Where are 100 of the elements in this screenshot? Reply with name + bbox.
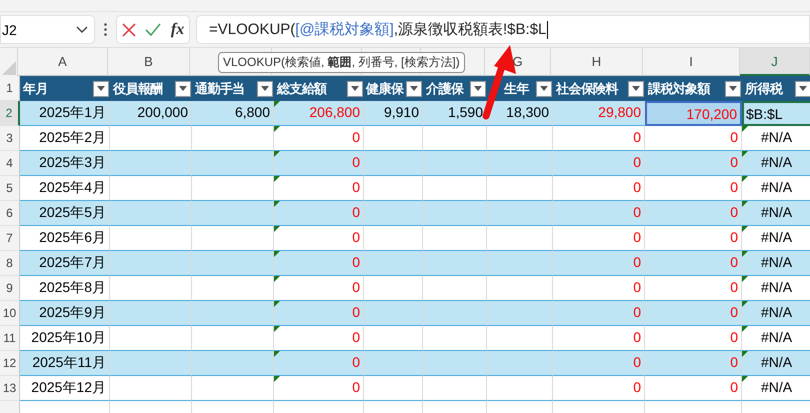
table-cell: 6,800 (192, 101, 274, 126)
dropdown-arrow-icon (632, 86, 640, 91)
table-cell: 0 (274, 326, 364, 351)
table-cell: 0 (553, 126, 645, 151)
dropdown-arrow-icon (799, 86, 807, 91)
dropdown-arrow-icon (729, 86, 737, 91)
table-cell: 0 (274, 301, 364, 326)
table-cell: #N/A (742, 201, 810, 226)
row-header[interactable]: 9 (0, 276, 20, 301)
table-cell: 2025年5月 (20, 201, 110, 226)
table-cell: 0 (553, 176, 645, 201)
table-cell: 0 (274, 151, 364, 176)
dropdown-arrow-icon (474, 86, 482, 91)
table-cell: #N/A (742, 376, 810, 401)
table-cell: 200,000 (110, 101, 192, 126)
insert-function-button[interactable]: fx (170, 20, 184, 38)
table-cell: 0 (645, 226, 742, 251)
table-cell: #N/A (742, 251, 810, 276)
filter-dropdown-button[interactable] (795, 80, 810, 96)
row-header[interactable]: 11 (0, 326, 20, 351)
filter-dropdown-button[interactable] (175, 80, 191, 96)
table-cell: #N/A (742, 151, 810, 176)
table-cell: 0 (645, 126, 742, 151)
table-cell: 0 (553, 151, 645, 176)
table-cell: 0 (274, 176, 364, 201)
table-cell: 1,590 (423, 101, 487, 126)
filter-dropdown-button[interactable] (725, 80, 741, 96)
table-cell: 0 (645, 376, 742, 401)
table-cell: 0 (274, 351, 364, 376)
table-cell: 0 (553, 351, 645, 376)
check-icon[interactable] (145, 23, 162, 36)
table-cell: 0 (553, 301, 645, 326)
cancel-icon[interactable] (122, 22, 136, 36)
filter-dropdown-button[interactable] (347, 80, 363, 96)
row-header[interactable]: 1 (0, 76, 20, 101)
table-cell: #N/A (742, 351, 810, 376)
table-cell: 0 (274, 126, 364, 151)
table-cell: 2025年6月 (20, 226, 110, 251)
table-cell: 2025年1月 (20, 101, 110, 126)
table-cell: 0 (645, 326, 742, 351)
column-title: 役員報酬 (113, 80, 163, 98)
column-title: 社会保険料 (556, 80, 618, 98)
filter-dropdown-button[interactable] (470, 80, 486, 96)
table-cell: 2025年7月 (20, 251, 110, 276)
table-cell: 0 (645, 276, 742, 301)
table-cell: 0 (553, 276, 645, 301)
formula-field[interactable]: =VLOOKUP([@課税対象額],源泉徴収税額表!$B:$L (196, 15, 810, 44)
row-header[interactable]: 13 (0, 376, 20, 401)
table-cell: 2025年8月 (20, 276, 110, 301)
dropdown-arrow-icon (540, 86, 548, 91)
row-header[interactable]: 6 (0, 201, 20, 226)
table-cell: 2025年9月 (20, 301, 110, 326)
table-cell: 2025年10月 (20, 326, 110, 351)
table-cell: 2025年11月 (20, 351, 110, 376)
row-header[interactable]: 10 (0, 301, 20, 326)
filter-dropdown-button[interactable] (93, 80, 109, 96)
row-header[interactable]: 8 (0, 251, 20, 276)
column-header[interactable]: J (740, 48, 810, 76)
table-cell: 0 (645, 151, 742, 176)
table-cell: 170,200 (645, 101, 742, 126)
table-cell: 2025年12月 (20, 376, 110, 401)
table-cell: #N/A (742, 176, 810, 201)
more-options-icon[interactable] (104, 23, 107, 36)
table-cell: 0 (274, 201, 364, 226)
filter-dropdown-button[interactable] (257, 80, 273, 96)
column-title: 年月 (23, 80, 48, 98)
table-cell: #N/A (742, 276, 810, 301)
table-cell: #N/A (742, 326, 810, 351)
filter-dropdown-button[interactable] (536, 80, 552, 96)
table-cell: 206,800 (274, 101, 364, 126)
table-cell: 0 (553, 251, 645, 276)
table-cell: 0 (645, 251, 742, 276)
filter-dropdown-button[interactable] (628, 80, 644, 96)
table-cell: #N/A (742, 226, 810, 251)
function-tooltip: VLOOKUP(検索値, 範囲, 列番号, [検索方法]) (218, 52, 465, 73)
table-cell: 0 (274, 276, 364, 301)
table-cell: 29,800 (553, 101, 645, 126)
table-cell: $B:$L (742, 101, 810, 126)
row-header[interactable]: 5 (0, 176, 20, 201)
dropdown-arrow-icon (179, 86, 187, 91)
table-cell: 0 (645, 301, 742, 326)
table-cell: 0 (274, 251, 364, 276)
caret-icon[interactable] (76, 26, 88, 34)
table-cell: 18,300 (487, 101, 553, 126)
column-title: 総支給額 (277, 80, 327, 98)
row-header[interactable]: 4 (0, 151, 20, 176)
table-cell: #N/A (742, 301, 810, 326)
row-header[interactable]: 2 (0, 101, 20, 126)
row-header[interactable]: 12 (0, 351, 20, 376)
column-title: 所得税 (745, 80, 782, 98)
row-header[interactable]: 7 (0, 226, 20, 251)
table-cell: 0 (553, 201, 645, 226)
name-box[interactable]: J2 (0, 15, 95, 44)
filter-dropdown-button[interactable] (406, 80, 422, 96)
dropdown-arrow-icon (261, 86, 269, 91)
cell-reference: J2 (2, 22, 17, 38)
table-cell: 2025年4月 (20, 176, 110, 201)
column-title: 通勤手当 (195, 80, 245, 98)
row-header[interactable]: 3 (0, 126, 20, 151)
table-cell: 0 (553, 376, 645, 401)
